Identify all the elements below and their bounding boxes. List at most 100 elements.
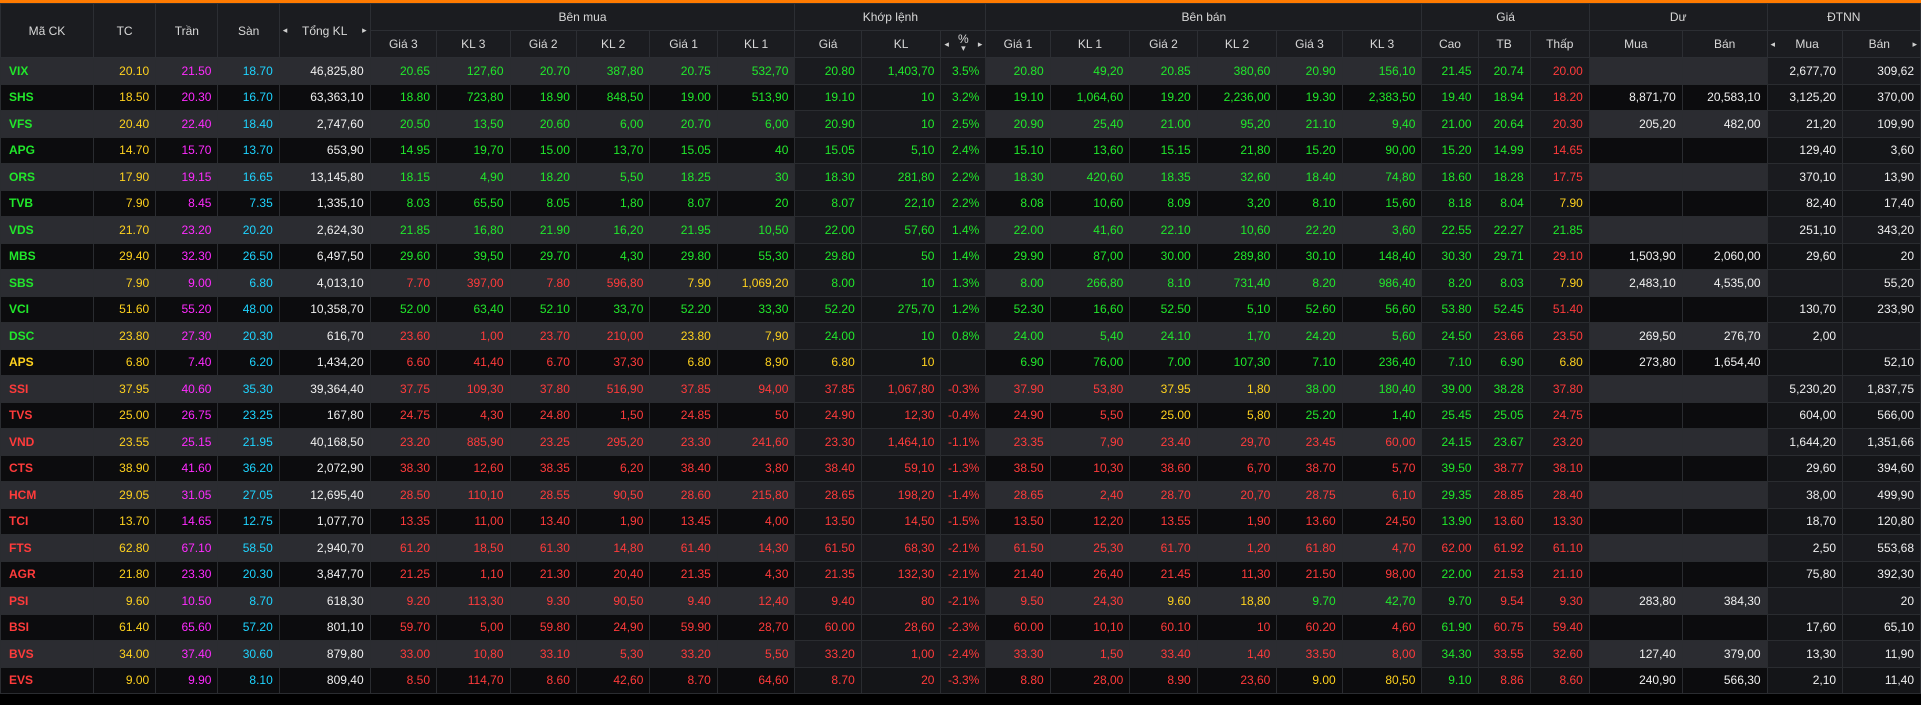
col-remaining-sell[interactable]: Bán (1681, 30, 1768, 58)
cell-symbol[interactable]: ORS (0, 163, 94, 191)
foreign-left-icon[interactable]: ◂ (1771, 39, 1776, 50)
table-row[interactable]: APG 14.70 15.70 13.70 653,90 14.95 19,70 15.00 1… (0, 136, 1921, 164)
col-buy-price-1[interactable]: Giá 1 (649, 30, 718, 58)
col-buy-price-2[interactable]: Giá 2 (509, 30, 577, 58)
foreign-right-icon[interactable]: ▸ (1912, 39, 1917, 50)
table-row[interactable]: SBS 7.90 9.00 6.80 4,013,10 7.70 397,00 7.80 596… (0, 269, 1921, 297)
cell-buy-price-1: 61.40 (649, 534, 718, 562)
table-row[interactable]: CTS 38.90 41.60 36.20 2,072,90 38.30 12,60 38.3… (0, 454, 1921, 482)
cell-symbol[interactable]: APS (0, 348, 94, 376)
cell-symbol[interactable]: VFS (0, 110, 94, 138)
cell-symbol[interactable]: VND (0, 428, 94, 456)
col-sell-vol-1[interactable]: KL 1 (1049, 30, 1131, 58)
col-average[interactable]: TB (1477, 30, 1531, 58)
cell-buy-price-2: 15.00 (509, 136, 577, 164)
col-ceiling[interactable]: Trần (155, 3, 219, 58)
cell-sell-vol-3: 42,70 (1341, 587, 1423, 615)
table-row[interactable]: VIX 20.10 21.50 18.70 46,825,80 20.65 127,60 20… (0, 57, 1921, 85)
header-row-groups: Mã CK TC Trần Sàn ◂ Tổng KL ▸ Bên mua Kh… (0, 3, 1921, 58)
col-sell-price-1[interactable]: Giá 1 (985, 30, 1051, 58)
col-foreign-sell[interactable]: Bán ▸ (1842, 30, 1921, 58)
table-row[interactable]: BSI 61.40 65.60 57.20 801,10 59.70 5,00 59.80 24… (0, 613, 1921, 641)
col-match-pct[interactable]: ◂ % ▾ ▸ (940, 30, 987, 58)
cell-symbol[interactable]: FTS (0, 534, 94, 562)
cell-symbol[interactable]: CTS (0, 454, 94, 482)
table-row[interactable]: DSC 23.80 27.30 20.30 616,70 23.60 1,00 23.70 21… (0, 322, 1921, 350)
cell-symbol[interactable]: BSI (0, 613, 94, 641)
cell-symbol[interactable]: VCI (0, 295, 94, 323)
cell-symbol[interactable]: AGR (0, 560, 94, 588)
pct-right-icon[interactable]: ▸ (978, 39, 983, 50)
cell-symbol[interactable]: BVS (0, 640, 94, 668)
cell-symbol[interactable]: DSC (0, 322, 94, 350)
table-row[interactable]: AGR 21.80 23.30 20.30 3,847,70 21.25 1,10 21.30… (0, 560, 1921, 588)
cell-buy-vol-3: 109,30 (436, 375, 511, 403)
cell-reference: 6.80 (92, 348, 157, 376)
cell-buy-vol-2: 24,90 (575, 613, 651, 641)
table-row[interactable]: SSI 37.95 40.60 35.30 39,364,40 37.75 109,30 37… (0, 375, 1921, 403)
col-buy-vol-1[interactable]: KL 1 (716, 30, 796, 58)
table-row[interactable]: TCI 13.70 14.65 12.75 1,077,70 13.35 11,00 13.4… (0, 507, 1921, 535)
col-low[interactable]: Thấp (1529, 30, 1590, 58)
cell-low: 7.90 (1529, 269, 1590, 297)
scroll-right-icon[interactable]: ▸ (362, 25, 367, 36)
col-total-volume[interactable]: ◂ Tổng KL ▸ (278, 3, 371, 58)
cell-foreign-buy: 82,40 (1766, 189, 1844, 217)
table-row[interactable]: EVS 9.00 9.90 8.10 809,40 8.50 114,70 8.60 42,60… (0, 666, 1921, 694)
table-row[interactable]: TVB 7.90 8.45 7.35 1,335,10 8.03 65,50 8.05 1,80… (0, 189, 1921, 217)
cell-symbol[interactable]: SSI (0, 375, 94, 403)
cell-sell-price-2: 18.35 (1129, 163, 1198, 191)
cell-match-vol: 22,10 (860, 189, 942, 217)
table-row[interactable]: ORS 17.90 19.15 16.65 13,145,80 18.15 4,90 18.2… (0, 163, 1921, 191)
col-buy-price-3[interactable]: Giá 3 (369, 30, 438, 58)
table-row[interactable]: PSI 9.60 10.50 8.70 618,30 9.20 113,30 9.30 90,5… (0, 587, 1921, 615)
scroll-left-icon[interactable]: ◂ (283, 25, 288, 36)
cell-symbol[interactable]: APG (0, 136, 94, 164)
col-foreign-buy[interactable]: ◂ Mua (1766, 30, 1844, 58)
col-buy-vol-2[interactable]: KL 2 (575, 30, 651, 58)
cell-sell-price-3: 13.60 (1276, 507, 1343, 535)
table-row[interactable]: VCI 51.60 55.20 48.00 10,358,70 52.00 63,40 52.… (0, 295, 1921, 323)
col-reference[interactable]: TC (92, 3, 157, 58)
cell-high: 13.90 (1421, 507, 1479, 535)
sort-desc-icon[interactable]: ▾ (961, 44, 966, 53)
table-row[interactable]: VND 23.55 25.15 21.95 40,168,50 23.20 885,90 23… (0, 428, 1921, 456)
col-sell-vol-2[interactable]: KL 2 (1196, 30, 1278, 58)
cell-symbol[interactable]: EVS (0, 666, 94, 694)
col-buy-vol-3[interactable]: KL 3 (436, 30, 511, 58)
table-row[interactable]: HCM 29.05 31.05 27.05 12,695,40 28.50 110,10 28… (0, 481, 1921, 509)
cell-sell-price-1: 6.90 (985, 348, 1051, 376)
col-sell-vol-3[interactable]: KL 3 (1341, 30, 1423, 58)
table-row[interactable]: MBS 29.40 32.30 26.50 6,497,50 29.60 39,50 29.7… (0, 242, 1921, 270)
table-row[interactable]: TVS 25.00 26.75 23.25 167,80 24.75 4,30 24.80 1,… (0, 401, 1921, 429)
col-sell-price-2[interactable]: Giá 2 (1129, 30, 1198, 58)
col-symbol[interactable]: Mã CK (0, 3, 94, 58)
col-high[interactable]: Cao (1421, 30, 1479, 58)
col-match-price[interactable]: Giá (794, 30, 862, 58)
cell-symbol[interactable]: HCM (0, 481, 94, 509)
table-row[interactable]: VDS 21.70 23.20 20.20 2,624,30 21.85 16,80 21.9… (0, 216, 1921, 244)
cell-symbol[interactable]: PSI (0, 587, 94, 615)
table-row[interactable]: BVS 34.00 37.40 30.60 879,80 33.00 10,80 33.10 5… (0, 640, 1921, 668)
cell-symbol[interactable]: SBS (0, 269, 94, 297)
cell-symbol[interactable]: TVB (0, 189, 94, 217)
cell-symbol[interactable]: MBS (0, 242, 94, 270)
table-row[interactable]: VFS 20.40 22.40 18.40 2,747,60 20.50 13,50 20.6… (0, 110, 1921, 138)
cell-symbol[interactable]: TVS (0, 401, 94, 429)
col-match-vol[interactable]: KL (860, 30, 942, 58)
col-remaining-buy[interactable]: Mua (1588, 30, 1683, 58)
cell-symbol[interactable]: VIX (0, 57, 94, 85)
col-sell-price-3[interactable]: Giá 3 (1276, 30, 1343, 58)
pct-left-icon[interactable]: ◂ (944, 39, 949, 50)
cell-foreign-sell: 1,351,66 (1842, 428, 1921, 456)
cell-remaining-sell (1681, 507, 1768, 535)
cell-sell-vol-2: 20,70 (1196, 481, 1278, 509)
table-row[interactable]: SHS 18.50 20.30 16.70 63,363,10 18.80 723,80 18… (0, 83, 1921, 111)
table-row[interactable]: FTS 62.80 67.10 58.50 2,940,70 61.20 18,50 61.3… (0, 534, 1921, 562)
table-row[interactable]: APS 6.80 7.40 6.20 1,434,20 6.60 41,40 6.70 37,3… (0, 348, 1921, 376)
cell-symbol[interactable]: VDS (0, 216, 94, 244)
col-floor[interactable]: Sàn (217, 3, 280, 58)
cell-reference: 62.80 (92, 534, 157, 562)
cell-symbol[interactable]: SHS (0, 83, 94, 111)
cell-symbol[interactable]: TCI (0, 507, 94, 535)
